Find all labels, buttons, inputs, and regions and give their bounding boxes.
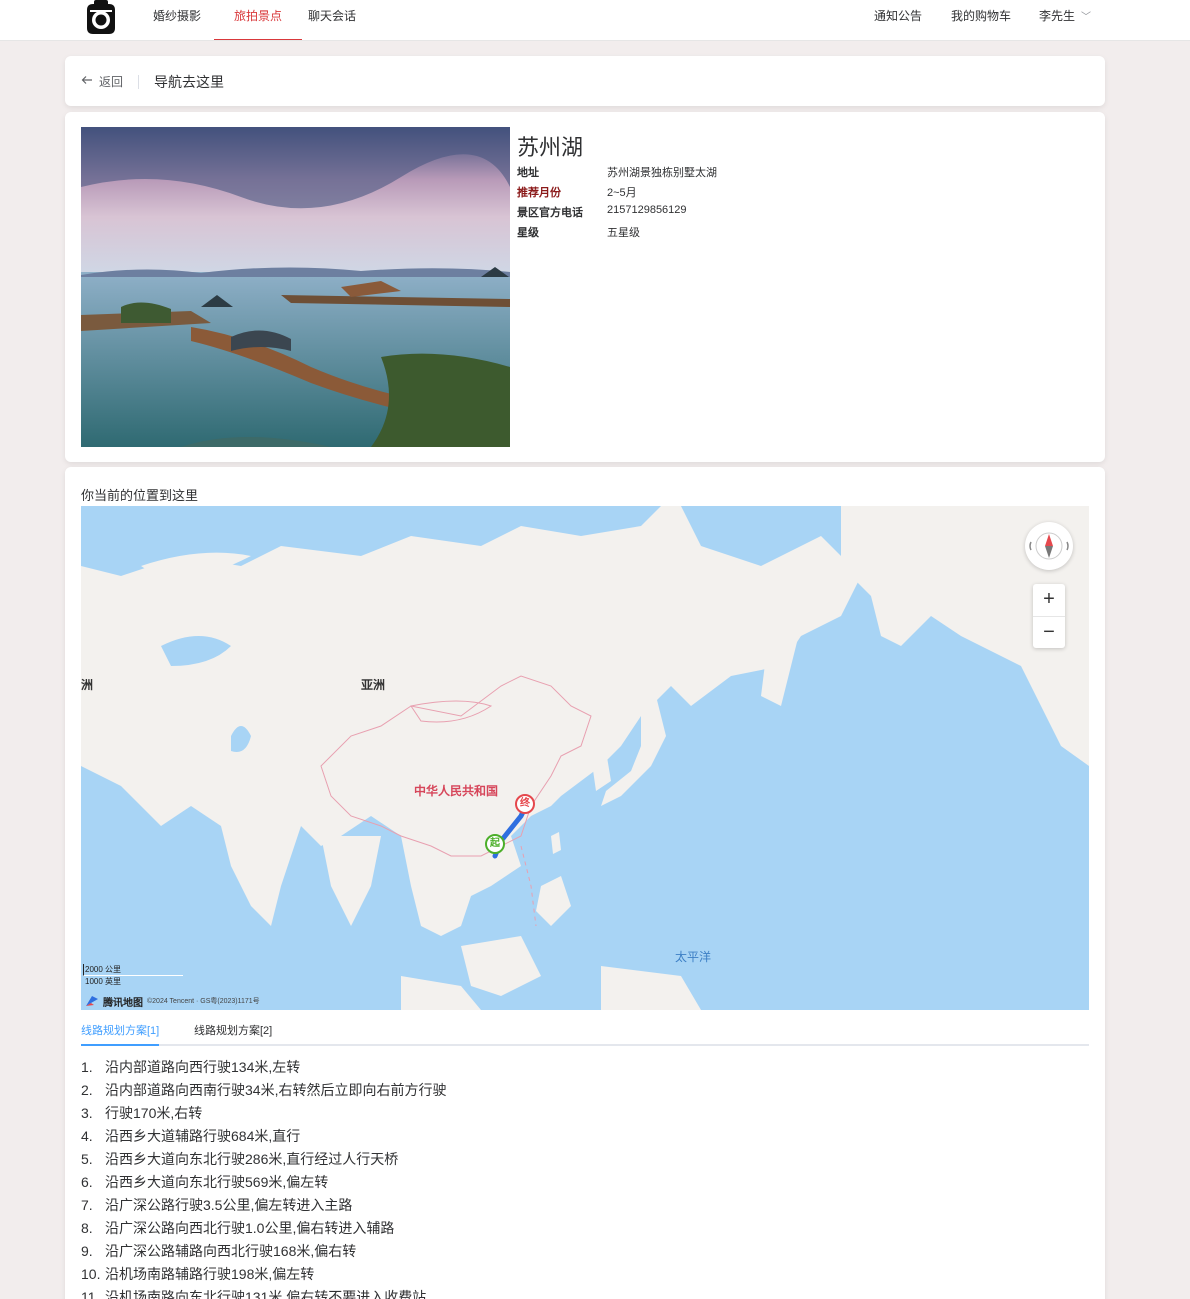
route-map[interactable]: 洲 亚洲 中华人民共和国 太平洋 起 终 + − 2000 公里 1000 英里: [81, 506, 1089, 1010]
nav-item-chat[interactable]: 聊天会话: [288, 0, 376, 40]
header-divider: [138, 75, 139, 89]
step-number: 11.: [81, 1289, 100, 1299]
step-text: 沿广深公路行驶3.5公里,偏左转进入主路: [105, 1197, 353, 1213]
zoom-in-button[interactable]: +: [1033, 584, 1065, 616]
route-step: 8. 沿广深公路向西北行驶1.0公里,偏右转进入辅路: [81, 1218, 446, 1241]
step-number: 1.: [81, 1059, 93, 1075]
info-label: 星级: [517, 227, 539, 239]
compass-icon[interactable]: [1025, 522, 1073, 570]
chevron-down-icon: ﹀: [1081, 12, 1092, 23]
step-text: 沿广深公路辅路向西北行驶168米,偏右转: [105, 1243, 357, 1259]
route-step: 9. 沿广深公路辅路向西北行驶168米,偏右转: [81, 1241, 446, 1264]
step-text: 沿机场南路向东北行驶131米,偏右转不要进入收费站: [105, 1289, 427, 1299]
step-text: 沿广深公路向西北行驶1.0公里,偏右转进入辅路: [105, 1220, 395, 1236]
page-header-card: 返回 导航去这里: [65, 56, 1105, 106]
route-steps: 1. 沿内部道路向西行驶134米,左转 2. 沿内部道路向西南行驶34米,右转然后立…: [81, 1057, 446, 1299]
info-row-address: 地址 苏州湖景独栋别墅太湖: [517, 164, 717, 184]
map-label-asia: 亚洲: [361, 678, 386, 692]
step-text: 沿西乡大道向东北行驶569米,偏左转: [105, 1174, 329, 1190]
arrow-left-icon: [81, 74, 93, 89]
map-provider: 腾讯地图: [103, 997, 143, 1009]
route-step: 1. 沿内部道路向西行驶134米,左转: [81, 1057, 446, 1080]
step-number: 7.: [81, 1197, 93, 1213]
step-number: 10.: [81, 1266, 101, 1282]
map-label-partial: 洲: [81, 678, 94, 692]
spot-photo: [81, 127, 510, 447]
map-label-china: 中华人民共和国: [414, 784, 499, 798]
tab-route-plan-2[interactable]: 线路规划方案[2]: [194, 1022, 272, 1046]
notice-link[interactable]: 通知公告: [874, 0, 922, 40]
start-marker[interactable]: 起: [485, 834, 505, 854]
map-scale: 2000 公里 1000 英里: [83, 964, 193, 988]
back-label: 返回: [99, 75, 124, 89]
route-step: 4. 沿西乡大道辅路行驶684米,直行: [81, 1126, 446, 1149]
info-label: 景区官方电话: [517, 207, 583, 219]
page-title: 导航去这里: [154, 74, 224, 90]
user-menu[interactable]: 李先生 ﹀: [1039, 0, 1091, 40]
step-number: 5.: [81, 1151, 93, 1167]
step-number: 3.: [81, 1105, 93, 1121]
step-number: 4.: [81, 1128, 93, 1144]
step-number: 9.: [81, 1243, 93, 1259]
end-marker[interactable]: 终: [515, 794, 535, 814]
step-text: 沿西乡大道向东北行驶286米,直行经过人行天桥: [105, 1151, 399, 1167]
step-text: 沿内部道路向西行驶134米,左转: [105, 1059, 301, 1075]
map-copyright: ©2024 Tencent · GS粤(2023)1171号: [147, 998, 260, 1005]
zoom-control: + −: [1033, 584, 1065, 648]
nav-item-wedding-photo[interactable]: 婚纱摄影: [133, 0, 221, 40]
info-value: 五星级: [607, 227, 640, 239]
info-row-rating: 星级 五星级: [517, 224, 717, 244]
info-value: 2157129856129: [607, 204, 687, 216]
route-step: 6. 沿西乡大道向东北行驶569米,偏左转: [81, 1172, 446, 1195]
top-navbar: 婚纱摄影 旅拍景点 聊天会话 通知公告 我的购物车 李先生 ﹀: [0, 0, 1190, 41]
zoom-out-button[interactable]: −: [1033, 616, 1065, 648]
spot-name: 苏州湖: [517, 135, 584, 160]
map-caption: 你当前的位置到这里: [81, 488, 199, 503]
tab-route-plan-1[interactable]: 线路规划方案[1]: [81, 1022, 160, 1046]
info-value: 苏州湖景独栋别墅太湖: [607, 167, 717, 179]
map-route-card: 你当前的位置到这里 洲 亚洲 中华人民共和国 太平洋 起 终 + − 2000 …: [65, 467, 1105, 1299]
cart-link[interactable]: 我的购物车: [951, 0, 1011, 40]
info-row-month: 推荐月份 2~5月: [517, 184, 717, 204]
step-text: 沿机场南路辅路行驶198米,偏左转: [105, 1266, 315, 1282]
tencent-map-icon: [85, 995, 99, 1007]
back-button[interactable]: 返回: [81, 73, 123, 90]
step-number: 6.: [81, 1174, 93, 1190]
step-number: 2.: [81, 1082, 93, 1098]
route-step: 2. 沿内部道路向西南行驶34米,右转然后立即向右前方行驶: [81, 1080, 446, 1103]
step-number: 8.: [81, 1220, 93, 1236]
scale-km: 2000 公里: [85, 965, 122, 974]
scale-mi: 1000 英里: [85, 977, 122, 986]
info-row-phone: 景区官方电话 2157129856129: [517, 204, 717, 224]
route-step: 5. 沿西乡大道向东北行驶286米,直行经过人行天桥: [81, 1149, 446, 1172]
route-step: 7. 沿广深公路行驶3.5公里,偏左转进入主路: [81, 1195, 446, 1218]
spot-info-table: 地址 苏州湖景独栋别墅太湖 推荐月份 2~5月 景区官方电话 215712985…: [517, 164, 717, 244]
camera-logo-icon[interactable]: [81, 0, 121, 36]
info-label: 推荐月份: [517, 187, 561, 199]
info-value: 2~5月: [607, 187, 637, 199]
map-provider-logo: 腾讯地图 ©2024 Tencent · GS粤(2023)1171号: [85, 992, 260, 1010]
route-tabs: 线路规划方案[1] 线路规划方案[2]: [81, 1022, 1089, 1046]
route-step: 11. 沿机场南路向东北行驶131米,偏右转不要进入收费站: [81, 1287, 446, 1299]
step-text: 沿内部道路向西南行驶34米,右转然后立即向右前方行驶: [105, 1082, 447, 1098]
step-text: 行驶170米,右转: [105, 1105, 203, 1121]
info-label: 地址: [517, 167, 539, 179]
user-name: 李先生: [1039, 9, 1076, 23]
route-step: 3. 行驶170米,右转: [81, 1103, 446, 1126]
spot-info-card: 苏州湖 地址 苏州湖景独栋别墅太湖 推荐月份 2~5月 景区官方电话 21571…: [65, 112, 1105, 462]
step-text: 沿西乡大道辅路行驶684米,直行: [105, 1128, 301, 1144]
map-label-pacific: 太平洋: [675, 950, 712, 964]
route-step: 10. 沿机场南路辅路行驶198米,偏左转: [81, 1264, 446, 1287]
